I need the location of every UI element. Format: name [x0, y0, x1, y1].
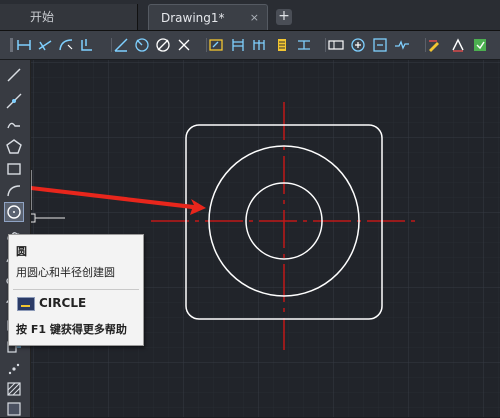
- inspect-icon[interactable]: [372, 37, 388, 53]
- dim-space-icon[interactable]: [274, 37, 290, 53]
- command-icon: [17, 297, 35, 311]
- aligned-dim-icon[interactable]: [37, 37, 53, 53]
- dim-break-icon[interactable]: [296, 37, 312, 53]
- tolerance-icon[interactable]: [328, 37, 344, 53]
- polygon-icon[interactable]: [5, 138, 23, 156]
- tab-start-label: 开始: [30, 10, 55, 24]
- new-tab-button[interactable]: +: [276, 9, 292, 25]
- tooltip-description: 用圆心和半径创建圆: [16, 266, 115, 279]
- quick-dim-icon[interactable]: [208, 37, 224, 53]
- tooltip-title: 圆: [16, 245, 27, 258]
- diameter-dim-icon[interactable]: [155, 37, 171, 53]
- point-icon[interactable]: [5, 360, 23, 378]
- rectangle-icon[interactable]: [5, 160, 23, 178]
- polyline-icon[interactable]: [5, 116, 23, 134]
- circle-icon[interactable]: [4, 202, 24, 222]
- arc-dim-icon[interactable]: [58, 37, 74, 53]
- dim-edit-icon[interactable]: [427, 37, 443, 53]
- gradient-icon[interactable]: [5, 400, 23, 418]
- jogged-linear-icon[interactable]: [394, 37, 410, 53]
- close-icon[interactable]: ×: [250, 5, 259, 31]
- ordinate-dim-icon[interactable]: [78, 37, 94, 53]
- ortho-icon[interactable]: [16, 37, 32, 53]
- circle-tool-tooltip: 圆 用圆心和半径创建圆 CIRCLE 按 F1 键获得更多帮助: [8, 234, 144, 346]
- baseline-dim-icon[interactable]: [230, 37, 246, 53]
- dim-update-icon[interactable]: [472, 37, 488, 53]
- tooltip-help: 按 F1 键获得更多帮助: [16, 323, 127, 336]
- tooltip-divider: [13, 289, 139, 290]
- radius-dim-icon[interactable]: [134, 37, 150, 53]
- arc-icon[interactable]: [5, 182, 23, 200]
- center-mark-icon[interactable]: [350, 37, 366, 53]
- construction-line-icon[interactable]: [5, 92, 23, 110]
- tab-start[interactable]: 开始: [0, 4, 138, 30]
- tab-drawing1-label: Drawing1*: [161, 11, 225, 25]
- jog-icon[interactable]: [176, 37, 192, 53]
- dimension-toolbar: [0, 31, 500, 60]
- tooltip-command: CIRCLE: [39, 296, 87, 310]
- angular-dim-icon[interactable]: [113, 37, 129, 53]
- document-tab-bar: 开始 Drawing1* × +: [0, 0, 500, 31]
- continue-dim-icon[interactable]: [252, 37, 268, 53]
- hatch-icon[interactable]: [5, 380, 23, 398]
- tab-drawing1[interactable]: Drawing1* ×: [148, 4, 268, 30]
- line-icon[interactable]: [5, 66, 23, 84]
- dim-text-edit-icon[interactable]: [450, 37, 466, 53]
